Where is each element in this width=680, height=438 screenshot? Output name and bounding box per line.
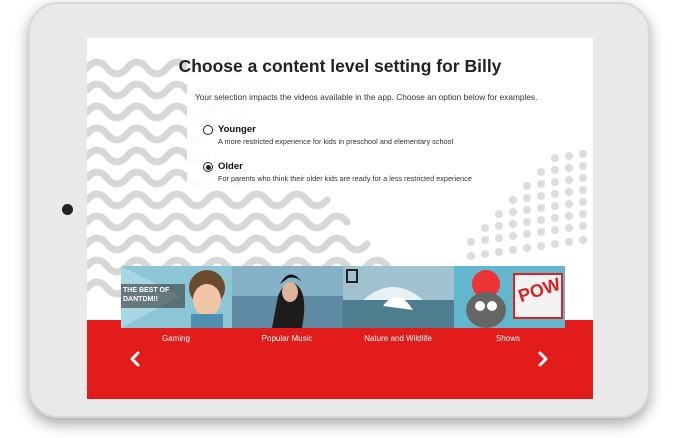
chevron-left-icon[interactable] [127, 350, 143, 368]
thumbnail-popular-music[interactable] [232, 266, 343, 328]
category-nature-and-wildlife[interactable]: Nature and Wildlife [347, 334, 449, 343]
thumbnail-gaming[interactable]: THE BEST OF DANTDM!! [121, 266, 232, 328]
thumbnail-gaming-text: THE BEST OF DANTDM!! [123, 287, 170, 303]
option-older-label: Older [218, 161, 243, 172]
category-popular-music[interactable]: Popular Music [236, 334, 338, 343]
category-shows[interactable]: Shows [457, 334, 559, 343]
page-title: Choose a content level setting for Billy [178, 56, 502, 76]
front-camera [62, 204, 73, 215]
radio-selected-dot [205, 164, 211, 170]
category-bar [87, 320, 593, 399]
category-gaming[interactable]: Gaming [125, 334, 227, 343]
radio-younger[interactable] [203, 125, 213, 135]
category-carousel: THE BEST OF DANTDM!! POW [121, 266, 565, 328]
chevron-right-icon[interactable] [535, 350, 551, 368]
option-older-description: For parents who think their older kids a… [218, 174, 472, 183]
option-younger-label: Younger [218, 124, 256, 135]
option-younger-description: A more restricted experience for kids in… [218, 137, 454, 146]
thumbnail-shows[interactable]: POW [454, 266, 565, 328]
radio-older[interactable] [203, 162, 213, 172]
intro-text: Your selection impacts the videos availa… [195, 92, 538, 102]
content-level-screen: Choose a content level setting for Billy… [87, 38, 593, 399]
thumbnail-nature-and-wildlife[interactable] [343, 266, 454, 328]
